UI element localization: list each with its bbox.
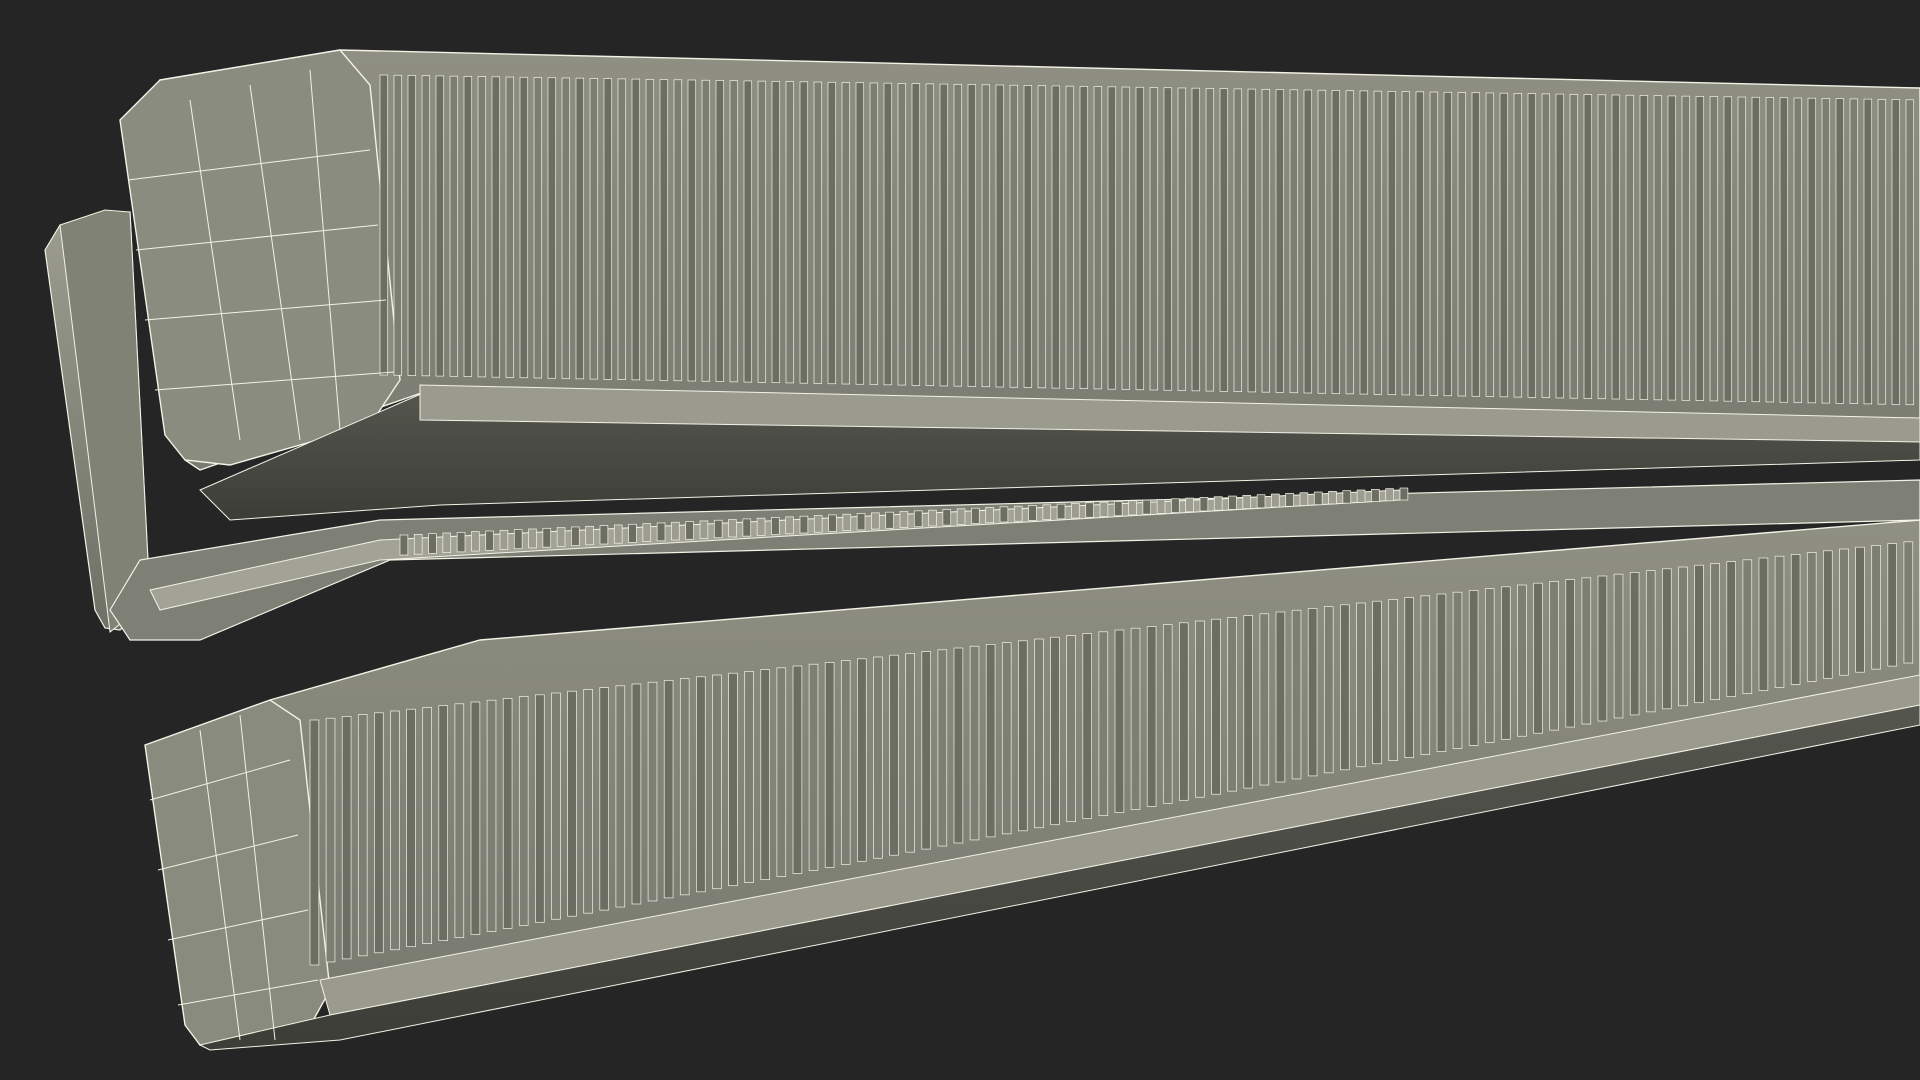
lower-strap xyxy=(144,519,1920,1051)
3d-viewport xyxy=(0,0,1920,1080)
wireframe-scene xyxy=(44,49,1920,1051)
upper-ribs xyxy=(379,74,1920,406)
upper-strap xyxy=(119,49,1920,521)
